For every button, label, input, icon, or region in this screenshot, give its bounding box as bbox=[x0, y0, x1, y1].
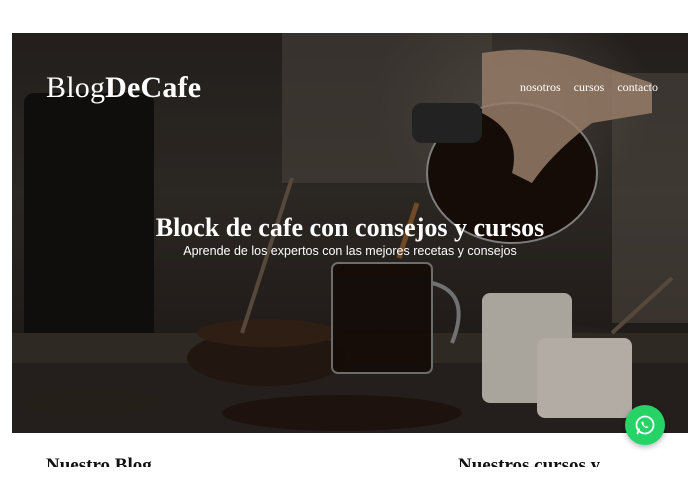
nav-link-nosotros[interactable]: nosotros bbox=[520, 80, 561, 95]
hero-title: Block de cafe con consejos y cursos bbox=[155, 213, 545, 242]
hero-banner: BlogDeCafe nosotros cursos contacto Bloc… bbox=[12, 33, 688, 433]
nav-link-cursos[interactable]: cursos bbox=[574, 80, 605, 95]
blog-section-title: Nuestro Blog bbox=[46, 455, 152, 467]
whatsapp-icon bbox=[635, 415, 655, 435]
site-logo[interactable]: BlogDeCafe bbox=[46, 71, 201, 105]
logo-text-decafe: DeCafe bbox=[105, 71, 202, 104]
hero-subtitle: Aprende de los expertos con las mejores … bbox=[183, 244, 517, 258]
logo-text-blog: Blog bbox=[46, 71, 106, 104]
main-nav: nosotros cursos contacto bbox=[520, 80, 658, 95]
whatsapp-button[interactable] bbox=[625, 405, 665, 445]
nav-link-contacto[interactable]: contacto bbox=[617, 80, 658, 95]
courses-section-title: Nuestros cursos y bbox=[458, 455, 601, 467]
sections-header-strip: Nuestro Blog Nuestros cursos y bbox=[0, 433, 700, 467]
